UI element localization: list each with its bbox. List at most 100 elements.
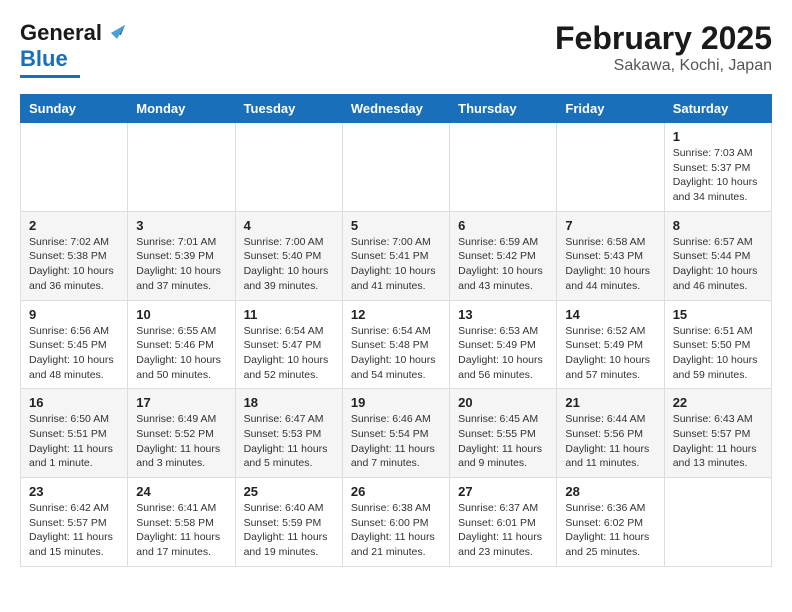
calendar-cell <box>664 478 771 567</box>
calendar-cell <box>235 123 342 212</box>
day-number: 25 <box>244 484 334 499</box>
calendar-cell <box>21 123 128 212</box>
day-number: 12 <box>351 307 441 322</box>
day-number: 8 <box>673 218 763 233</box>
day-number: 13 <box>458 307 548 322</box>
day-info: Sunrise: 6:59 AMSunset: 5:42 PMDaylight:… <box>458 235 548 294</box>
logo-underline <box>20 75 80 78</box>
day-info: Sunrise: 6:57 AMSunset: 5:44 PMDaylight:… <box>673 235 763 294</box>
day-info: Sunrise: 6:51 AMSunset: 5:50 PMDaylight:… <box>673 324 763 383</box>
calendar-cell: 24Sunrise: 6:41 AMSunset: 5:58 PMDayligh… <box>128 478 235 567</box>
day-info: Sunrise: 6:38 AMSunset: 6:00 PMDaylight:… <box>351 501 441 560</box>
calendar-cell: 26 Sunrise: 6:38 AMSunset: 6:00 PMDayligh… <box>342 478 449 567</box>
calendar-cell <box>557 123 664 212</box>
calendar-cell: 19Sunrise: 6:46 AMSunset: 5:54 PMDayligh… <box>342 389 449 478</box>
logo-blue: Blue <box>20 46 68 72</box>
day-number: 20 <box>458 395 548 410</box>
day-number: 3 <box>136 218 226 233</box>
day-number: 18 <box>244 395 334 410</box>
day-number: 9 <box>29 307 119 322</box>
weekday-header-sunday: Sunday <box>21 95 128 123</box>
day-info: Sunrise: 6:54 AMSunset: 5:48 PMDaylight:… <box>351 324 441 383</box>
weekday-header-tuesday: Tuesday <box>235 95 342 123</box>
day-number: 7 <box>565 218 655 233</box>
day-info: Sunrise: 6:52 AMSunset: 5:49 PMDaylight:… <box>565 324 655 383</box>
day-info: Sunrise: 6:40 AMSunset: 5:59 PMDaylight:… <box>244 501 334 560</box>
logo-general: General <box>20 20 102 46</box>
logo-bird-icon <box>103 25 125 41</box>
day-info: Sunrise: 6:43 AMSunset: 5:57 PMDaylight:… <box>673 412 763 471</box>
calendar-cell: 12 Sunrise: 6:54 AMSunset: 5:48 PMDayligh… <box>342 300 449 389</box>
calendar-cell: 4 Sunrise: 7:00 AMSunset: 5:40 PMDaylight… <box>235 211 342 300</box>
day-info: Sunrise: 6:49 AMSunset: 5:52 PMDaylight:… <box>136 412 226 471</box>
calendar-cell: 17 Sunrise: 6:49 AMSunset: 5:52 PMDayligh… <box>128 389 235 478</box>
weekday-header-friday: Friday <box>557 95 664 123</box>
calendar-cell <box>450 123 557 212</box>
day-number: 2 <box>29 218 119 233</box>
day-info: Sunrise: 7:00 AMSunset: 5:41 PMDaylight:… <box>351 235 441 294</box>
calendar-cell: 28 Sunrise: 6:36 AMSunset: 6:02 PMDayligh… <box>557 478 664 567</box>
day-info: Sunrise: 6:47 AMSunset: 5:53 PMDaylight:… <box>244 412 334 471</box>
day-number: 23 <box>29 484 119 499</box>
day-info: Sunrise: 6:56 AMSunset: 5:45 PMDaylight:… <box>29 324 119 383</box>
calendar-cell: 13 Sunrise: 6:53 AMSunset: 5:49 PMDayligh… <box>450 300 557 389</box>
calendar-cell: 10 Sunrise: 6:55 AMSunset: 5:46 PMDayligh… <box>128 300 235 389</box>
calendar-week-1: 1 Sunrise: 7:03 AMSunset: 5:37 PMDaylight… <box>21 123 772 212</box>
day-number: 6 <box>458 218 548 233</box>
calendar-cell: 21 Sunrise: 6:44 AMSunset: 5:56 PMDayligh… <box>557 389 664 478</box>
calendar-cell: 9 Sunrise: 6:56 AMSunset: 5:45 PMDaylight… <box>21 300 128 389</box>
day-info: Sunrise: 6:44 AMSunset: 5:56 PMDaylight:… <box>565 412 655 471</box>
day-number: 27 <box>458 484 548 499</box>
calendar-cell: 3 Sunrise: 7:01 AMSunset: 5:39 PMDaylight… <box>128 211 235 300</box>
calendar-cell: 7 Sunrise: 6:58 AMSunset: 5:43 PMDaylight… <box>557 211 664 300</box>
day-info: Sunrise: 6:55 AMSunset: 5:46 PMDaylight:… <box>136 324 226 383</box>
day-info: Sunrise: 6:45 AMSunset: 5:55 PMDaylight:… <box>458 412 548 471</box>
title-block: February 2025 Sakawa, Kochi, Japan <box>555 20 772 75</box>
logo: General Blue <box>20 20 126 78</box>
day-info: Sunrise: 7:01 AMSunset: 5:39 PMDaylight:… <box>136 235 226 294</box>
calendar-cell: 15 Sunrise: 6:51 AMSunset: 5:50 PMDayligh… <box>664 300 771 389</box>
calendar-week-3: 9 Sunrise: 6:56 AMSunset: 5:45 PMDaylight… <box>21 300 772 389</box>
day-info: Sunrise: 6:41 AMSunset: 5:58 PMDaylight:… <box>136 501 226 560</box>
day-number: 10 <box>136 307 226 322</box>
calendar-cell: 20 Sunrise: 6:45 AMSunset: 5:55 PMDayligh… <box>450 389 557 478</box>
day-number: 16 <box>29 395 119 410</box>
calendar-cell: 14Sunrise: 6:52 AMSunset: 5:49 PMDayligh… <box>557 300 664 389</box>
day-number: 1 <box>673 129 763 144</box>
day-info: Sunrise: 6:53 AMSunset: 5:49 PMDaylight:… <box>458 324 548 383</box>
calendar-cell: 1 Sunrise: 7:03 AMSunset: 5:37 PMDaylight… <box>664 123 771 212</box>
calendar-cell: 22 Sunrise: 6:43 AMSunset: 5:57 PMDayligh… <box>664 389 771 478</box>
day-info: Sunrise: 6:54 AMSunset: 5:47 PMDaylight:… <box>244 324 334 383</box>
calendar-cell: 23 Sunrise: 6:42 AMSunset: 5:57 PMDayligh… <box>21 478 128 567</box>
weekday-header-row: SundayMondayTuesdayWednesdayThursdayFrid… <box>21 95 772 123</box>
day-number: 17 <box>136 395 226 410</box>
day-number: 5 <box>351 218 441 233</box>
day-number: 15 <box>673 307 763 322</box>
day-info: Sunrise: 6:42 AMSunset: 5:57 PMDaylight:… <box>29 501 119 560</box>
calendar-week-5: 23 Sunrise: 6:42 AMSunset: 5:57 PMDayligh… <box>21 478 772 567</box>
month-year-title: February 2025 <box>555 20 772 57</box>
calendar-cell: 16Sunrise: 6:50 AMSunset: 5:51 PMDayligh… <box>21 389 128 478</box>
day-number: 19 <box>351 395 441 410</box>
page-header: General Blue February 2025 Sakawa, Kochi… <box>20 20 772 78</box>
day-info: Sunrise: 7:03 AMSunset: 5:37 PMDaylight:… <box>673 146 763 205</box>
weekday-header-saturday: Saturday <box>664 95 771 123</box>
day-number: 21 <box>565 395 655 410</box>
calendar-cell: 2 Sunrise: 7:02 AMSunset: 5:38 PMDaylight… <box>21 211 128 300</box>
day-number: 26 <box>351 484 441 499</box>
day-number: 28 <box>565 484 655 499</box>
day-info: Sunrise: 6:36 AMSunset: 6:02 PMDaylight:… <box>565 501 655 560</box>
day-info: Sunrise: 6:58 AMSunset: 5:43 PMDaylight:… <box>565 235 655 294</box>
calendar-cell <box>128 123 235 212</box>
day-info: Sunrise: 7:02 AMSunset: 5:38 PMDaylight:… <box>29 235 119 294</box>
day-info: Sunrise: 6:37 AMSunset: 6:01 PMDaylight:… <box>458 501 548 560</box>
location-subtitle: Sakawa, Kochi, Japan <box>555 57 772 75</box>
calendar-cell: 11 Sunrise: 6:54 AMSunset: 5:47 PMDayligh… <box>235 300 342 389</box>
day-number: 4 <box>244 218 334 233</box>
weekday-header-monday: Monday <box>128 95 235 123</box>
calendar-body: 1 Sunrise: 7:03 AMSunset: 5:37 PMDaylight… <box>21 123 772 567</box>
day-number: 11 <box>244 307 334 322</box>
day-info: Sunrise: 7:00 AMSunset: 5:40 PMDaylight:… <box>244 235 334 294</box>
day-number: 22 <box>673 395 763 410</box>
calendar-cell: 27 Sunrise: 6:37 AMSunset: 6:01 PMDayligh… <box>450 478 557 567</box>
